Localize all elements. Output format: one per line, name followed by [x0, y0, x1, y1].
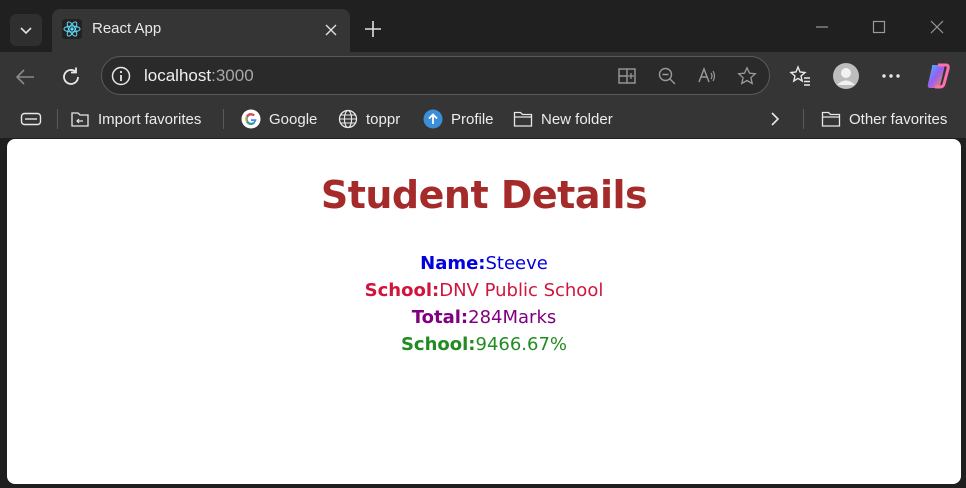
favorites-list-icon: [789, 65, 810, 86]
favorites-collections-button[interactable]: [20, 108, 50, 130]
read-aloud-button[interactable]: [696, 65, 718, 87]
minimize-button[interactable]: [809, 14, 835, 40]
browser-tab[interactable]: React App: [52, 9, 350, 52]
favorites-bar: Import favorites Google toppr Profile Ne…: [0, 100, 966, 138]
import-icon: [71, 112, 89, 127]
favorites-separator: [223, 109, 224, 129]
favorites-overflow-button[interactable]: [768, 108, 790, 130]
favorite-label: Google: [269, 110, 318, 128]
tab-actions-button[interactable]: [10, 14, 42, 46]
add-favorite-button[interactable]: [736, 65, 758, 87]
favorites-separator: [803, 109, 804, 129]
avatar-icon: [833, 63, 859, 89]
detail-label: School:: [364, 280, 440, 301]
upload-circle-icon: [423, 109, 443, 129]
window-close-button[interactable]: [924, 14, 950, 40]
detail-row-total: Total:284Marks: [7, 304, 961, 331]
tab-strip: React App: [0, 0, 966, 52]
favorite-label: toppr: [366, 110, 401, 128]
favorite-google[interactable]: Google: [241, 108, 317, 130]
split-screen-button[interactable]: [616, 65, 638, 87]
minimize-icon: [816, 26, 828, 28]
star-icon: [737, 66, 757, 85]
globe-icon: [338, 109, 358, 129]
plus-icon: [365, 21, 381, 37]
copilot-icon: [927, 63, 950, 89]
web-page: Student Details Name:Steeve School:DNV P…: [7, 139, 961, 484]
detail-label: Total:: [411, 307, 469, 328]
detail-row-percentage: School:9466.67%: [7, 331, 961, 358]
favorite-other-favorites[interactable]: Other favorites: [821, 108, 947, 130]
new-tab-button[interactable]: [360, 16, 386, 42]
tab-close-button[interactable]: [320, 19, 342, 41]
zoom-button[interactable]: [656, 65, 678, 87]
favorite-profile[interactable]: Profile: [423, 108, 494, 130]
detail-value: 284Marks: [468, 307, 557, 328]
detail-row-school: School:DNV Public School: [7, 277, 961, 304]
student-details: Name:Steeve School:DNV Public School Tot…: [7, 250, 961, 358]
site-info-icon[interactable]: [110, 65, 132, 87]
folder-icon: [821, 111, 841, 127]
favorite-toppr[interactable]: toppr: [338, 108, 400, 130]
more-icon: [882, 74, 900, 78]
react-logo-icon: [62, 19, 82, 39]
back-button[interactable]: [10, 62, 40, 92]
settings-more-button[interactable]: [877, 62, 905, 90]
maximize-icon: [872, 20, 886, 34]
split-screen-icon: [618, 68, 636, 84]
page-title: Student Details: [320, 173, 648, 217]
detail-row-name: Name:Steeve: [7, 250, 961, 277]
url-text[interactable]: localhost:3000: [144, 66, 254, 86]
zoom-out-icon: [658, 67, 676, 85]
read-aloud-icon: [698, 67, 716, 83]
address-bar[interactable]: localhost:3000: [101, 56, 770, 95]
copilot-button[interactable]: [924, 62, 952, 90]
url-port: :3000: [211, 66, 254, 85]
detail-label: Name:: [420, 253, 486, 274]
url-host: localhost: [144, 66, 212, 85]
close-icon: [930, 20, 944, 34]
favorite-new-folder[interactable]: New folder: [513, 108, 613, 130]
tab-title: React App: [92, 20, 162, 37]
detail-value: Steeve: [485, 253, 548, 274]
refresh-icon: [63, 67, 79, 85]
maximize-button[interactable]: [866, 14, 892, 40]
back-arrow-icon: [15, 69, 34, 85]
detail-value: DNV Public School: [439, 280, 604, 301]
folder-icon: [513, 111, 533, 127]
browser-toolbar: localhost:3000: [0, 52, 966, 100]
detail-value: 9466.67%: [475, 334, 568, 355]
close-icon: [325, 24, 337, 36]
profile-button[interactable]: [832, 62, 860, 90]
refresh-button[interactable]: [56, 62, 86, 92]
favorite-label: New folder: [541, 110, 613, 128]
chevron-right-icon: [771, 112, 780, 126]
favorite-import-favorites[interactable]: Import favorites: [70, 108, 201, 130]
collections-icon: [20, 112, 42, 126]
detail-label: School:: [400, 334, 476, 355]
favorites-separator: [57, 109, 58, 129]
favorite-label: Other favorites: [849, 110, 948, 128]
favorites-button[interactable]: [786, 62, 814, 90]
favorite-label: Import favorites: [98, 110, 202, 128]
google-icon: [241, 109, 261, 129]
favorite-label: Profile: [451, 110, 494, 128]
chevron-down-icon: [20, 27, 32, 35]
